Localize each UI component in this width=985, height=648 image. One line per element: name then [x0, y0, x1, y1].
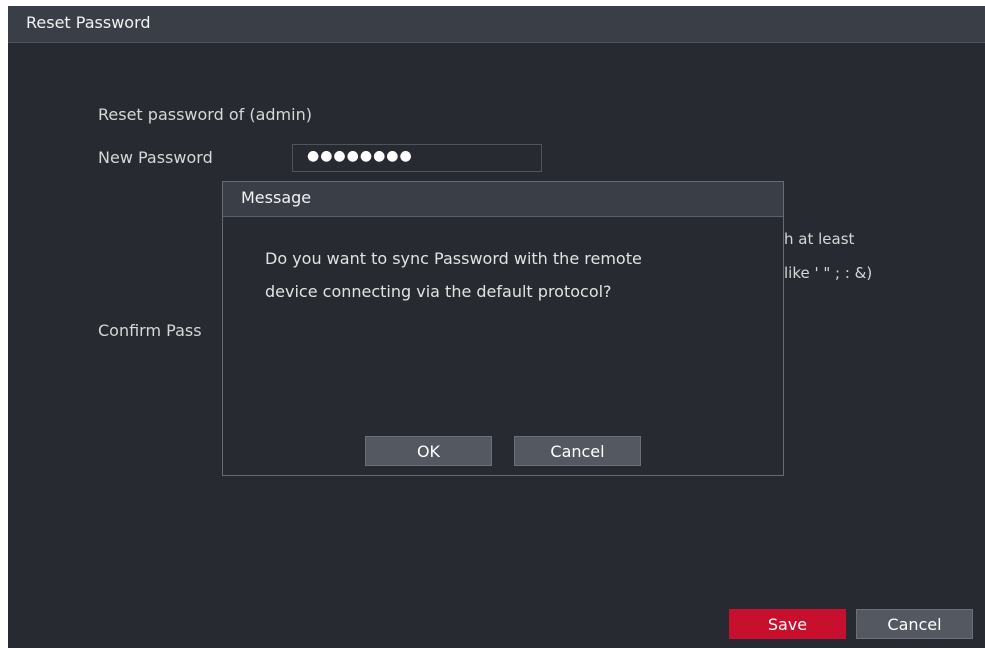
dialog-cancel-button[interactable]: Cancel: [514, 436, 641, 466]
password-hint-line1: h at least: [784, 230, 855, 248]
password-hint-line2: like ' " ; : &): [784, 264, 873, 282]
message-dialog: Message Do you want to sync Password wit…: [222, 181, 784, 476]
confirm-password-label: Confirm Pass: [98, 321, 202, 340]
new-password-value: ●●●●●●●●: [307, 148, 413, 164]
dialog-titlebar: Message: [223, 182, 783, 217]
window-titlebar: Reset Password: [8, 6, 985, 43]
dialog-ok-button[interactable]: OK: [365, 436, 492, 466]
save-button[interactable]: Save: [729, 609, 846, 639]
reset-password-window: Reset Password Reset password of (admin)…: [8, 6, 985, 648]
new-password-input[interactable]: ●●●●●●●●: [292, 144, 542, 172]
new-password-label: New Password: [98, 148, 213, 167]
reset-password-of-label: Reset password of (admin): [98, 105, 312, 124]
dialog-message: Do you want to sync Password with the re…: [265, 242, 735, 308]
window-title: Reset Password: [26, 13, 151, 32]
dialog-message-line1: Do you want to sync Password with the re…: [265, 249, 642, 268]
cancel-button[interactable]: Cancel: [856, 609, 973, 639]
dialog-message-line2: device connecting via the default protoc…: [265, 282, 612, 301]
dialog-title: Message: [241, 188, 312, 207]
